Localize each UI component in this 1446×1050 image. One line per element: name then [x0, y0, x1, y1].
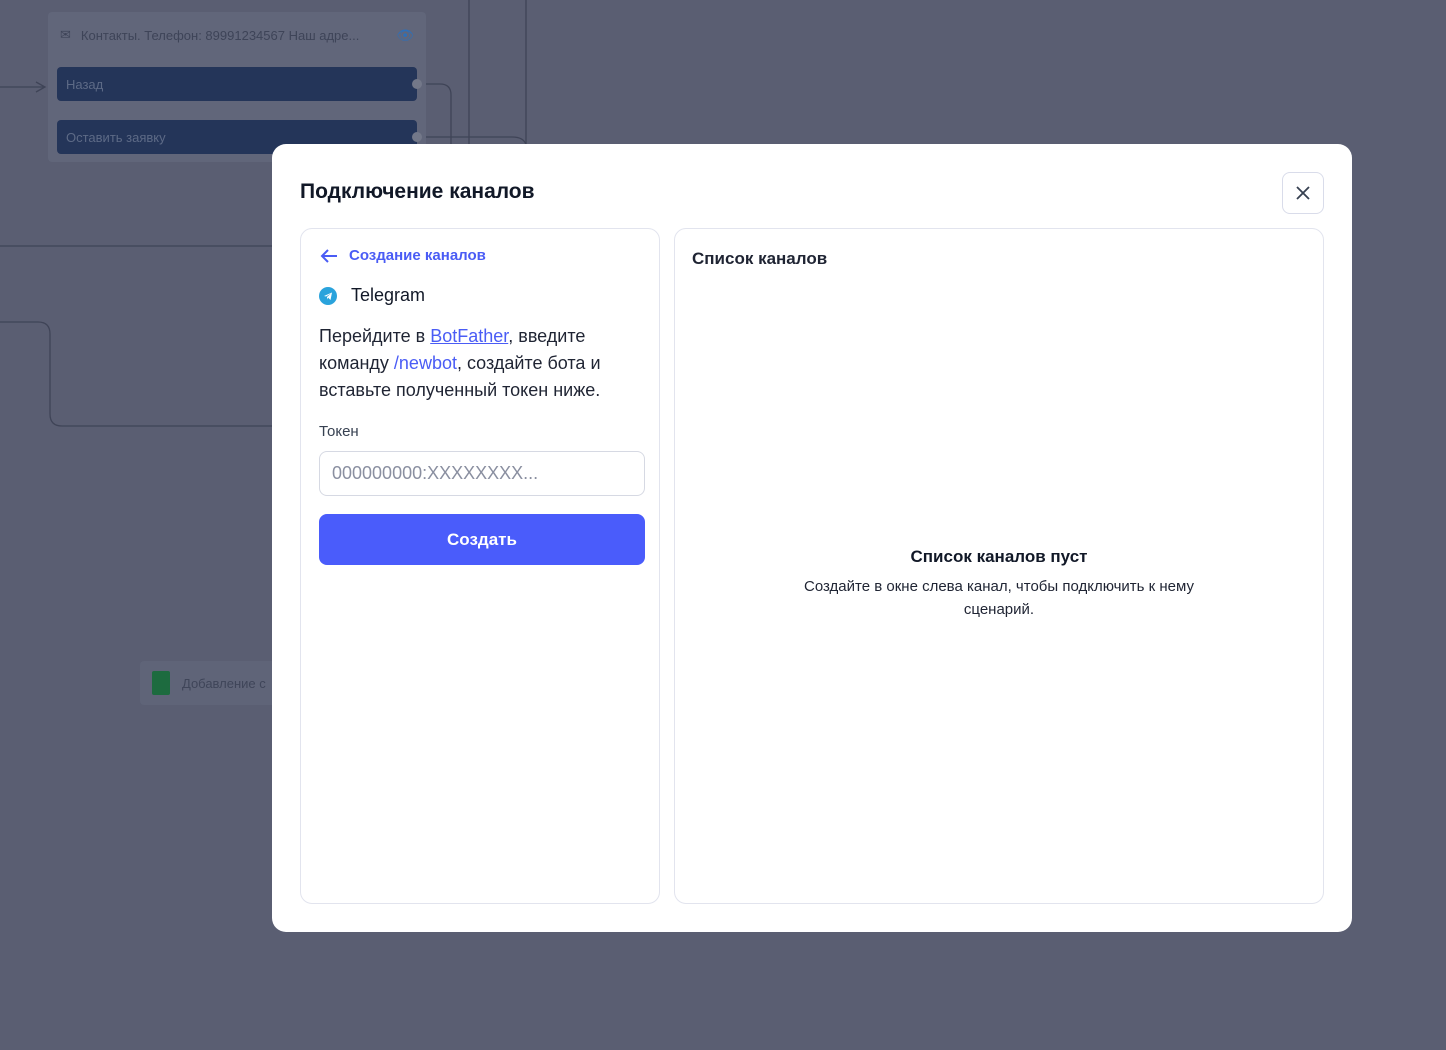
token-input[interactable] — [319, 451, 645, 496]
channel-type: Telegram — [319, 285, 425, 306]
create-channel-panel: Создание каналов Telegram Перейдите в Bo… — [300, 228, 660, 904]
empty-state: Список каналов пуст Создайте в окне слев… — [675, 547, 1323, 621]
node-button-back[interactable]: Назад — [57, 67, 422, 101]
create-button[interactable]: Создать — [319, 514, 645, 565]
flow-node-sheets[interactable]: Добавление с — [140, 661, 292, 705]
channel-list-panel: Список каналов Список каналов пуст Созда… — [674, 228, 1324, 904]
node-button-label: Оставить заявку — [66, 129, 166, 145]
connector-handle[interactable] — [412, 79, 422, 89]
spreadsheet-icon — [152, 671, 170, 695]
botfather-link[interactable]: BotFather — [430, 326, 508, 346]
close-icon — [1296, 186, 1310, 200]
node-label: Добавление с — [182, 675, 266, 691]
empty-subtitle: Создайте в окне слева канал, чтобы подкл… — [804, 578, 1194, 618]
arrow-left-icon — [320, 248, 337, 263]
flow-node-message[interactable]: ✉ Контакты. Телефон: 89991234567 Наш адр… — [48, 12, 426, 162]
newbot-command: /newbot — [393, 353, 457, 373]
node-message-text: Контакты. Телефон: 89991234567 Наш адре.… — [80, 27, 360, 43]
close-button[interactable] — [1282, 172, 1324, 214]
empty-title: Список каналов пуст — [910, 547, 1088, 566]
connector-handle[interactable] — [412, 132, 422, 142]
node-button-label: Назад — [66, 76, 104, 92]
channel-list-title: Список каналов — [692, 249, 828, 268]
connect-channels-modal: Подключение каналов Создание каналов Tel… — [272, 144, 1352, 932]
back-label: Создание каналов — [349, 247, 486, 264]
instruction-text: Перейдите в — [319, 326, 431, 346]
token-label: Токен — [319, 423, 359, 440]
envelope-icon: ✉ — [60, 27, 71, 42]
channel-name: Telegram — [351, 285, 426, 305]
telegram-icon — [319, 286, 337, 305]
eye-icon[interactable]: 👁 — [396, 27, 414, 44]
modal-title: Подключение каналов — [300, 180, 535, 203]
back-link[interactable]: Создание каналов — [319, 247, 486, 264]
instructions: Перейдите в BotFather, введите команду /… — [319, 323, 649, 404]
